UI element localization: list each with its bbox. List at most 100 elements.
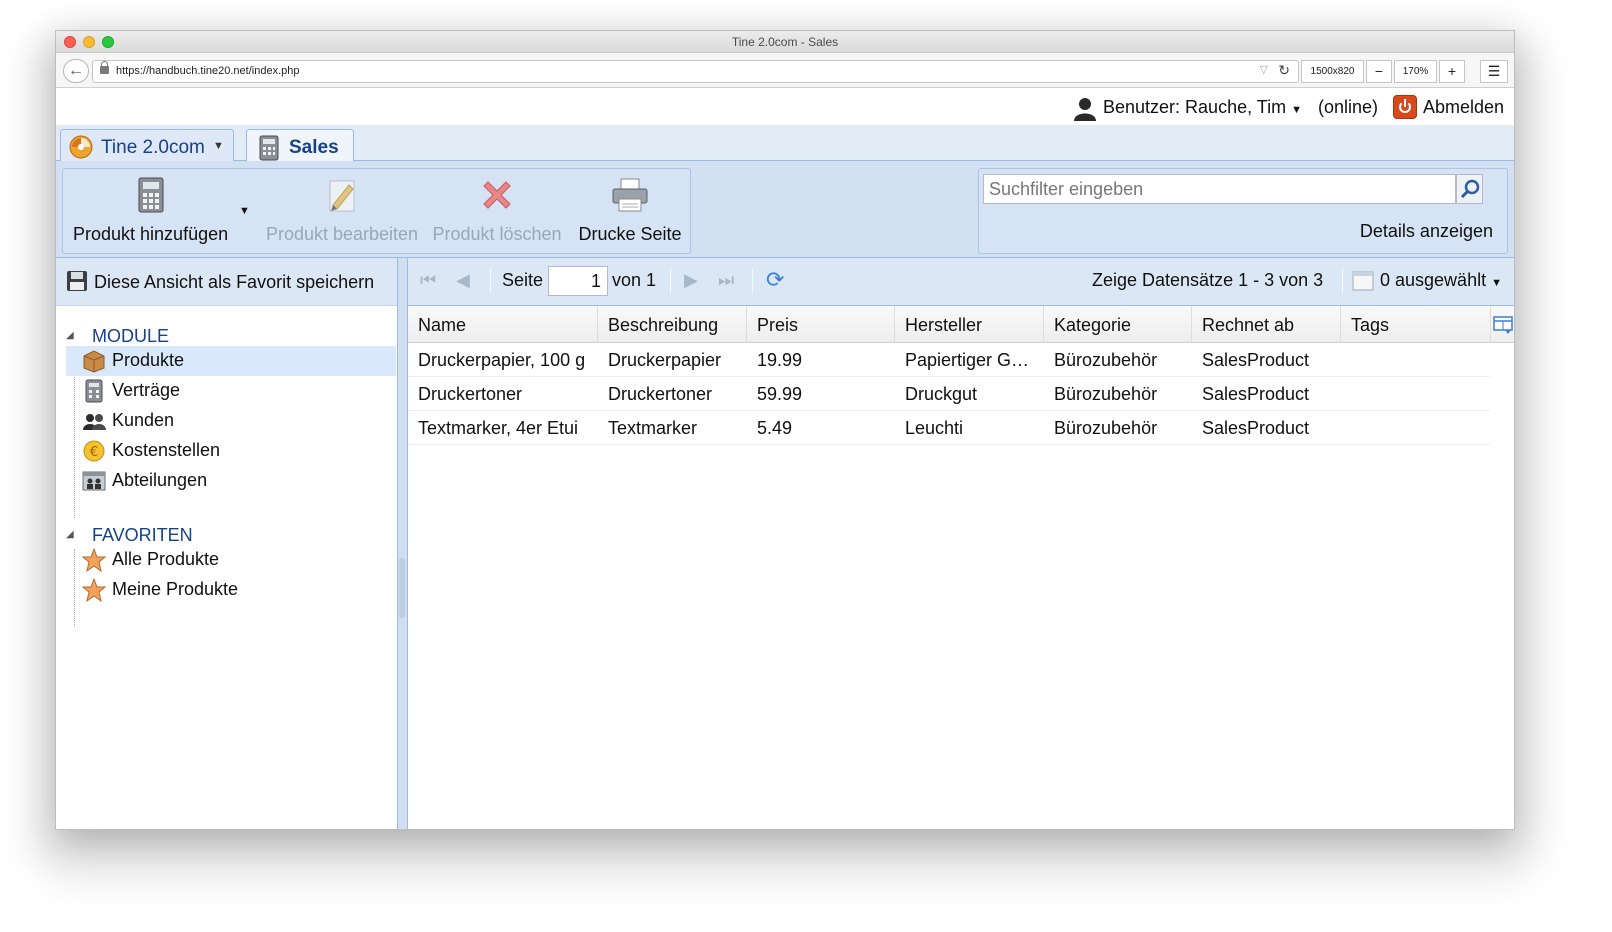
favorites-section-title[interactable]: FAVORITEN bbox=[92, 525, 193, 546]
calculator-icon bbox=[138, 177, 164, 213]
selection-menu[interactable]: 0 ausgewählt ▼ bbox=[1380, 270, 1502, 291]
delete-product-button[interactable]: Produkt löschen bbox=[427, 169, 567, 253]
column-chooser-icon[interactable] bbox=[1493, 315, 1513, 335]
svg-text:€: € bbox=[90, 445, 98, 460]
add-product-button[interactable]: Produkt hinzufügen bbox=[65, 169, 255, 253]
tab-tine20-label: Tine 2.0com bbox=[101, 137, 205, 158]
refresh-icon[interactable]: ⟳ bbox=[766, 267, 784, 293]
products-grid-panel: ⏮ ◀ Seite von 1 ▶ ⏭ ⟳ Zeige Datensätze 1… bbox=[408, 258, 1514, 829]
caret-down-icon: ▼ bbox=[1291, 104, 1302, 116]
cell-category: Bürozubehör bbox=[1054, 350, 1158, 370]
separator bbox=[752, 268, 753, 294]
cell-tags bbox=[1341, 411, 1490, 444]
sidebar-item-alle-produkte[interactable]: Alle Produkte bbox=[66, 545, 396, 575]
next-page-icon[interactable]: ▶ bbox=[684, 270, 698, 291]
table-row[interactable]: Druckertoner Druckertoner 59.99 Druckgut… bbox=[408, 377, 1490, 411]
splitter-handle[interactable] bbox=[399, 558, 405, 618]
column-header-description[interactable]: Beschreibung bbox=[598, 306, 747, 342]
collapse-arrow-icon[interactable]: ◢ bbox=[66, 529, 74, 540]
user-bar: Benutzer: Rauche, Tim ▼ (online) Abmelde… bbox=[56, 89, 1514, 125]
tine-logo-icon bbox=[69, 135, 93, 159]
url-dropdown-icon[interactable]: ▽ bbox=[1260, 63, 1268, 76]
floppy-disk-icon bbox=[67, 271, 87, 291]
sidebar-item-label: Meine Produkte bbox=[112, 579, 239, 599]
column-header-price[interactable]: Preis bbox=[747, 306, 895, 342]
separator bbox=[490, 268, 491, 294]
add-dropdown-caret-icon[interactable]: ▼ bbox=[239, 205, 250, 217]
online-status: (online) bbox=[1318, 97, 1379, 117]
sidebar-item-vertraege[interactable]: Verträge bbox=[66, 376, 396, 406]
sidebar-item-label: Kunden bbox=[112, 410, 175, 430]
cell-description: Textmarker bbox=[608, 418, 698, 438]
save-favorite-button[interactable]: Diese Ansicht als Favorit speichern bbox=[56, 258, 397, 306]
column-header-name[interactable]: Name bbox=[408, 306, 598, 342]
power-icon[interactable] bbox=[1393, 95, 1417, 119]
cell-description: Druckerpapier bbox=[608, 350, 722, 370]
cell-tags bbox=[1341, 377, 1490, 410]
sidebar-item-meine-produkte[interactable]: Meine Produkte bbox=[66, 575, 396, 605]
sidebar-item-label: Abteilungen bbox=[112, 470, 208, 490]
browser-navbar: ← https://handbuch.tine20.net/index.php … bbox=[56, 53, 1514, 88]
departments-icon bbox=[82, 471, 106, 491]
cell-price: 5.49 bbox=[757, 418, 793, 438]
tab-sales[interactable]: Sales bbox=[246, 129, 354, 161]
column-header-category[interactable]: Kategorie bbox=[1044, 306, 1192, 342]
zoom-level[interactable]: 170% bbox=[1394, 60, 1437, 83]
cell-category: Bürozubehör bbox=[1054, 418, 1158, 438]
cell-price: 59.99 bbox=[757, 384, 803, 404]
sidebar-item-produkte[interactable]: Produkte bbox=[66, 346, 396, 376]
calculator-icon bbox=[85, 379, 103, 403]
cell-category: Bürozubehör bbox=[1054, 384, 1158, 404]
search-filter-input[interactable] bbox=[983, 174, 1456, 204]
column-header-accountable[interactable]: Rechnet ab bbox=[1192, 306, 1341, 342]
table-row[interactable]: Textmarker, 4er Etui Textmarker 5.49 Leu… bbox=[408, 411, 1490, 445]
page-label: Seite bbox=[502, 270, 544, 290]
sidebar-item-kostenstellen[interactable]: € Kostenstellen bbox=[66, 436, 396, 466]
zoom-out-button[interactable]: − bbox=[1366, 60, 1392, 83]
reload-icon[interactable]: ↻ bbox=[1278, 62, 1290, 79]
zoom-in-button[interactable]: + bbox=[1439, 60, 1465, 83]
sidebar-item-abteilungen[interactable]: Abteilungen bbox=[66, 466, 396, 496]
cell-accountable: SalesProduct bbox=[1202, 418, 1310, 438]
search-button[interactable] bbox=[1456, 174, 1483, 204]
viewport-size-button[interactable]: 1500x820 bbox=[1301, 60, 1364, 83]
paging-toolbar: ⏮ ◀ Seite von 1 ▶ ⏭ ⟳ Zeige Datensätze 1… bbox=[408, 258, 1514, 306]
show-details-link[interactable]: Details anzeigen bbox=[1360, 221, 1493, 242]
caret-down-icon: ▼ bbox=[1491, 277, 1502, 289]
sidebar-item-kunden[interactable]: Kunden bbox=[66, 406, 396, 436]
logout-link[interactable]: Abmelden bbox=[1423, 97, 1504, 118]
delete-x-icon bbox=[483, 181, 511, 209]
previous-page-icon[interactable]: ◀ bbox=[456, 270, 470, 291]
cell-name: Druckertoner bbox=[418, 384, 523, 404]
column-header-tags[interactable]: Tags bbox=[1341, 306, 1491, 342]
collapse-arrow-icon[interactable]: ◢ bbox=[66, 330, 74, 341]
cost-center-icon: € bbox=[83, 440, 105, 462]
sidebar-splitter[interactable] bbox=[398, 258, 408, 829]
sidebar-item-label: Produkte bbox=[112, 350, 185, 370]
back-button[interactable]: ← bbox=[63, 59, 89, 83]
browser-menu-button[interactable]: ☰ bbox=[1480, 60, 1508, 83]
first-page-icon[interactable]: ⏮ bbox=[420, 270, 436, 291]
cell-manufacturer: Leuchti bbox=[905, 418, 964, 438]
sidebar-item-label: Verträge bbox=[112, 380, 181, 400]
calculator-icon bbox=[259, 135, 279, 161]
magnifier-icon bbox=[1460, 179, 1480, 199]
table-row[interactable]: Druckerpapier, 100 g Druckerpapier 19.99… bbox=[408, 343, 1490, 377]
print-page-button[interactable]: Drucke Seite bbox=[569, 169, 691, 253]
address-bar[interactable]: https://handbuch.tine20.net/index.php ▽ … bbox=[92, 60, 1299, 83]
last-page-icon[interactable]: ⏭ bbox=[718, 270, 734, 291]
page-number-input[interactable] bbox=[548, 266, 608, 296]
user-silhouette-icon bbox=[1074, 98, 1096, 121]
modules-section-title[interactable]: MODULE bbox=[92, 326, 169, 347]
column-header-manufacturer[interactable]: Hersteller bbox=[895, 306, 1044, 342]
calendar-grid-icon bbox=[1352, 271, 1374, 291]
cell-accountable: SalesProduct bbox=[1202, 350, 1310, 370]
arrow-left-icon: ← bbox=[68, 62, 84, 79]
edit-product-button[interactable]: Produkt bearbeiten bbox=[263, 169, 421, 253]
add-product-label: Produkt hinzufügen bbox=[73, 224, 229, 244]
user-menu[interactable]: Benutzer: Rauche, Tim ▼ bbox=[1103, 97, 1302, 118]
tab-tine20[interactable]: Tine 2.0com ▼ bbox=[60, 129, 234, 161]
sidebar-item-label: Kostenstellen bbox=[112, 440, 221, 460]
product-actions-group: Produkt hinzufügen ▼ Produkt bearbeiten bbox=[62, 168, 691, 254]
caret-down-icon[interactable]: ▼ bbox=[213, 140, 224, 152]
